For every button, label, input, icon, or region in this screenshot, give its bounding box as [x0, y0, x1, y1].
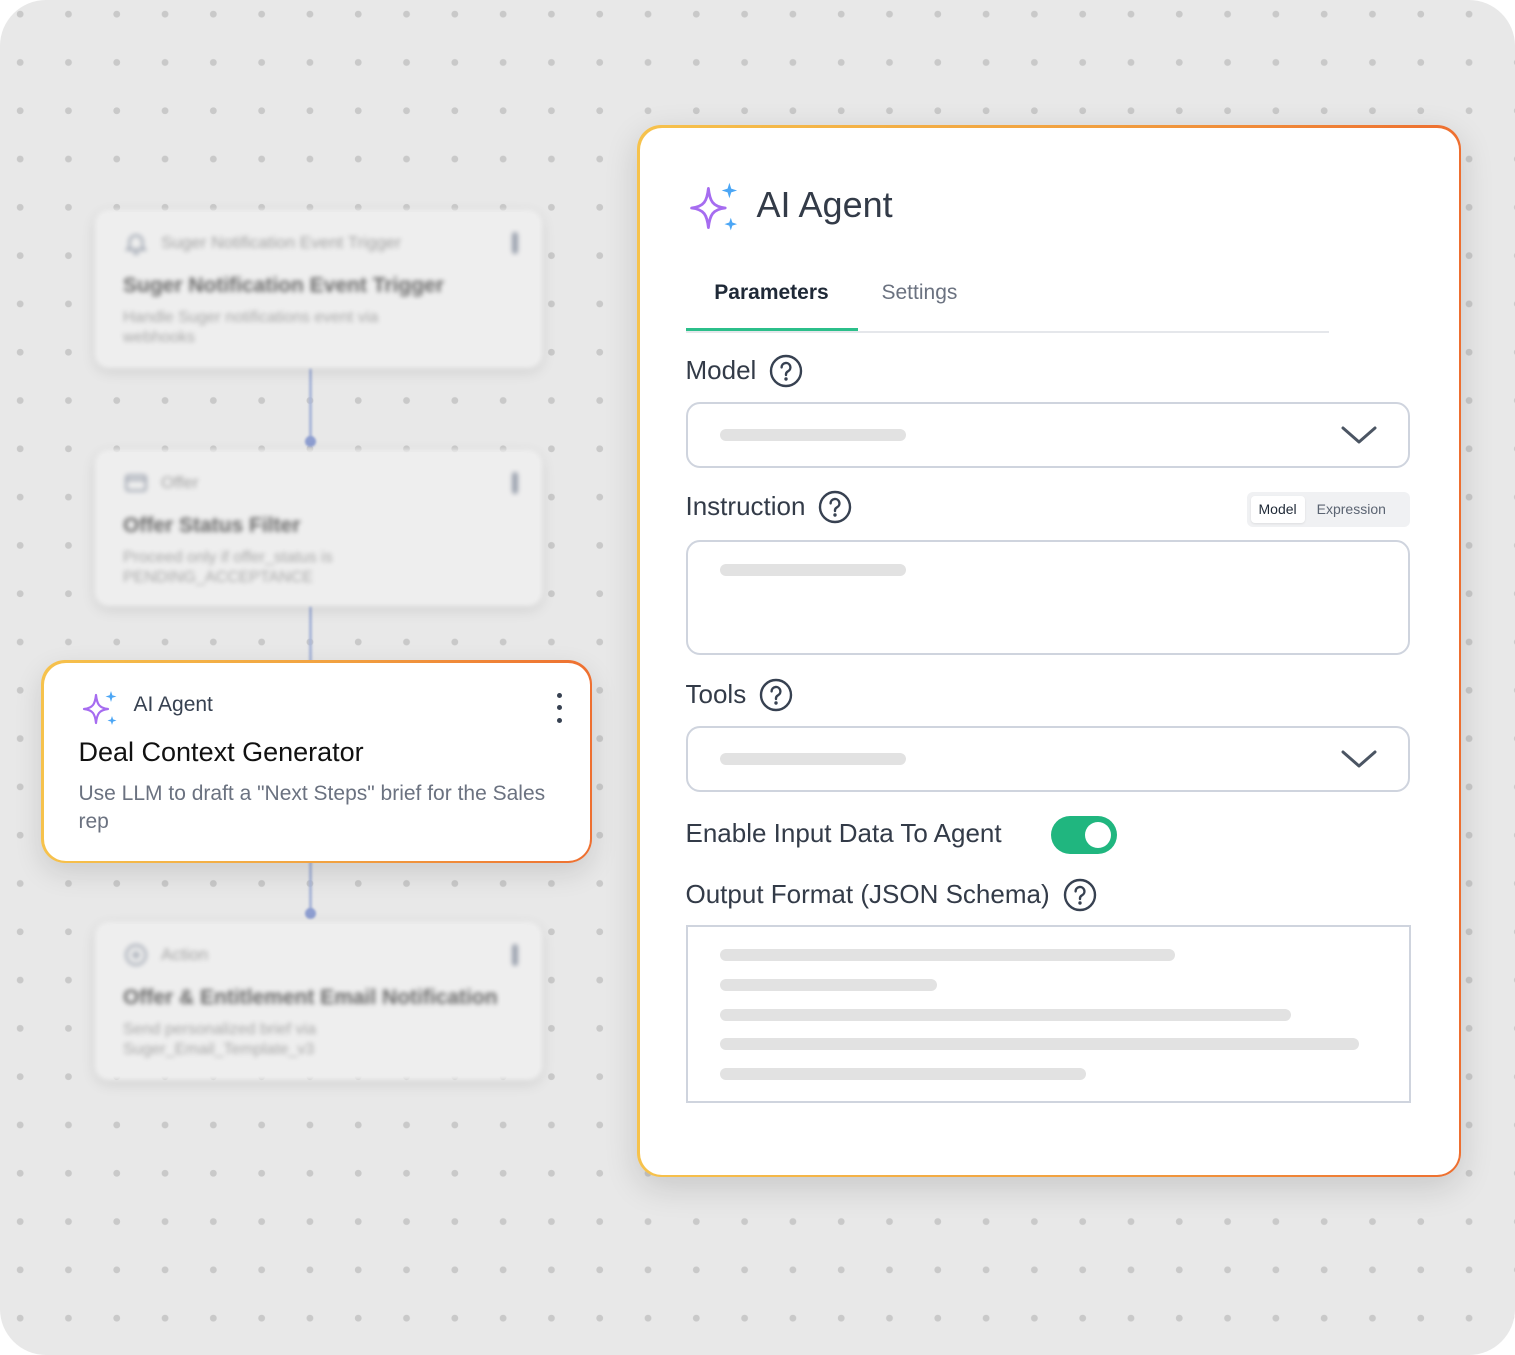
model-select[interactable] [685, 401, 1410, 468]
tools-select[interactable] [685, 725, 1410, 792]
workflow-node-offer-filter[interactable]: Offer Offer Status Filter Proceed only i… [95, 450, 542, 606]
connector-line [309, 368, 312, 440]
placeholder-skeleton [719, 1037, 1359, 1050]
output-format-label: Output Format (JSON Schema) [686, 878, 1097, 912]
placeholder-skeleton [719, 752, 906, 765]
connector-line [309, 858, 312, 912]
sparkle-icon [80, 689, 120, 734]
node-description: Send personalized brief via Suger_Email_… [123, 1021, 317, 1058]
node-menu-button[interactable] [548, 692, 572, 723]
node-type-label: Suger Notification Event Trigger [161, 233, 402, 252]
toggle-knob [1084, 821, 1111, 848]
output-format-label-text: Output Format (JSON Schema) [685, 879, 1050, 909]
help-icon[interactable] [1063, 878, 1097, 912]
workflow-node-action[interactable]: Action Offer & Entitlement Email Notific… [95, 922, 542, 1080]
node-title: Deal Context Generator [78, 736, 364, 767]
mode-option-expression[interactable]: Expression [1309, 496, 1394, 523]
enable-input-label: Enable Input Data To Agent [685, 817, 1002, 848]
instruction-input[interactable] [685, 539, 1410, 655]
node-menu-button[interactable] [512, 944, 518, 966]
workflow-canvas[interactable]: Suger Notification Event Trigger Suger N… [0, 0, 1515, 1355]
tab-parameters[interactable]: Parameters [685, 278, 858, 331]
help-icon[interactable] [818, 490, 852, 524]
placeholder-skeleton [719, 563, 906, 576]
placeholder-skeleton [719, 1008, 1291, 1021]
help-icon[interactable] [769, 354, 803, 388]
mode-option-model[interactable]: Model [1250, 495, 1305, 523]
tab-settings[interactable]: Settings [882, 278, 958, 331]
node-type-label: AI Agent [133, 692, 213, 716]
node-type-label: Offer [161, 473, 199, 492]
help-icon[interactable] [759, 678, 793, 712]
mail-icon [123, 470, 149, 496]
node-menu-button[interactable] [512, 232, 518, 254]
placeholder-skeleton [719, 1067, 1086, 1080]
panel-title: AI Agent [756, 183, 893, 225]
chevron-down-icon [1341, 426, 1376, 443]
node-title: Offer & Entitlement Email Notification [123, 986, 498, 1009]
node-description: Use LLM to draft a "Next Steps" brief fo… [78, 781, 546, 833]
placeholder-skeleton [719, 978, 937, 991]
plus-circle-icon [123, 942, 149, 968]
tools-label-text: Tools [685, 679, 747, 709]
workflow-node-trigger[interactable]: Suger Notification Event Trigger Suger N… [95, 210, 542, 368]
node-description: Handle Suger notifications event via web… [123, 309, 379, 346]
connector-dot [305, 436, 316, 447]
panel-tabs: Parameters Settings [685, 278, 1329, 333]
placeholder-skeleton [719, 948, 1175, 961]
enable-input-toggle[interactable] [1050, 815, 1117, 854]
node-title: Suger Notification Event Trigger [123, 274, 444, 297]
node-menu-button[interactable] [512, 472, 518, 494]
connector-dot [305, 908, 316, 919]
ai-agent-settings-panel: AI Agent Parameters Settings Model Instr… [637, 125, 1461, 1177]
bell-icon [123, 230, 149, 256]
output-format-editor[interactable] [685, 924, 1411, 1103]
workflow-node-ai-agent[interactable]: AI Agent Deal Context Generator Use LLM … [41, 660, 592, 863]
placeholder-skeleton [719, 428, 906, 441]
connector-line [309, 606, 312, 662]
chevron-down-icon [1341, 750, 1376, 767]
instruction-label: Instruction [686, 490, 853, 524]
model-label: Model [686, 354, 804, 388]
instruction-label-text: Instruction [685, 491, 806, 521]
model-label-text: Model [685, 355, 757, 385]
sparkle-icon [686, 180, 742, 241]
tools-label: Tools [686, 678, 794, 712]
node-description: Proceed only if offer_status is PENDING_… [123, 549, 333, 586]
node-type-label: Action [161, 945, 209, 964]
instruction-mode-toggle: Model Expression [1246, 491, 1410, 527]
node-title: Offer Status Filter [123, 514, 301, 537]
